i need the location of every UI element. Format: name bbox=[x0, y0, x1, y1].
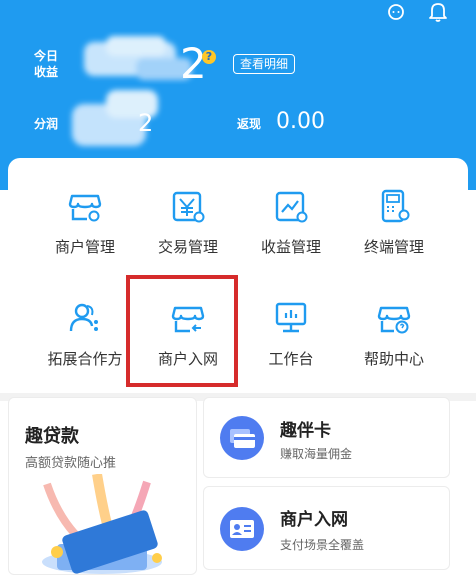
highlight-box bbox=[126, 275, 238, 387]
earnings-help-icon[interactable]: ? bbox=[202, 50, 216, 64]
join-promo-title: 商户入网 bbox=[280, 510, 348, 530]
terminal-manage-icon bbox=[381, 189, 410, 223]
menu-label: 交易管理 bbox=[157, 238, 218, 256]
workbench-icon bbox=[275, 302, 307, 333]
menu-item-partner-expand[interactable]: 拓展合作方 bbox=[35, 298, 135, 369]
menu-label: 商户管理 bbox=[54, 238, 115, 256]
top-icons bbox=[384, 0, 450, 24]
menu-item-merchant-manage[interactable]: 商户管理 bbox=[35, 186, 135, 257]
loan-promo-card[interactable]: 趣贷款 高额贷款随心推 bbox=[8, 397, 197, 575]
earnings-label-line2: 收益 bbox=[34, 65, 59, 79]
card-promo-title: 趣伴卡 bbox=[280, 421, 331, 441]
menu-item-help-center[interactable]: 帮助中心 bbox=[344, 298, 444, 369]
loan-subtitle: 高额贷款随心推 bbox=[25, 456, 117, 471]
merchant-id-card-icon bbox=[220, 507, 264, 551]
menu-item-workbench[interactable]: 工作台 bbox=[241, 298, 341, 369]
share-label: 分润 bbox=[34, 117, 59, 131]
join-promo-subtitle: 支付场景全覆盖 bbox=[280, 538, 365, 552]
bell-icon[interactable] bbox=[426, 0, 450, 24]
card-promo-subtitle: 赚取海量佣金 bbox=[280, 447, 353, 461]
menu-item-income-manage[interactable]: 收益管理 bbox=[241, 186, 341, 257]
credit-card-icon bbox=[220, 416, 264, 460]
join-promo-card[interactable]: 商户入网 支付场景全覆盖 bbox=[203, 486, 450, 570]
credit-card-illustration bbox=[42, 474, 162, 574]
menu-label: 终端管理 bbox=[363, 238, 424, 256]
menu-label: 帮助中心 bbox=[363, 350, 424, 368]
trade-manage-icon bbox=[172, 191, 205, 223]
menu-label: 工作台 bbox=[268, 350, 314, 368]
card-promo-card[interactable]: 趣伴卡 赚取海量佣金 bbox=[203, 397, 450, 478]
menu-label: 收益管理 bbox=[260, 238, 321, 256]
support-headset-icon[interactable] bbox=[384, 0, 408, 24]
income-manage-icon bbox=[275, 191, 308, 223]
menu-item-terminal-manage[interactable]: 终端管理 bbox=[344, 186, 444, 257]
view-detail-button[interactable]: 查看明细 bbox=[233, 54, 296, 74]
help-center-icon bbox=[377, 306, 411, 334]
partner-expand-icon bbox=[69, 303, 98, 332]
cashback-value: 0.00 bbox=[276, 109, 325, 134]
merchant-manage-icon bbox=[68, 194, 102, 222]
earnings-label: 今日 收益 bbox=[34, 48, 58, 80]
earnings-label-line1: 今日 bbox=[34, 49, 59, 63]
menu-label: 拓展合作方 bbox=[47, 350, 123, 368]
menu-item-trade-manage[interactable]: 交易管理 bbox=[138, 186, 238, 257]
loan-title: 趣贷款 bbox=[25, 426, 79, 447]
blurred-share-mask bbox=[72, 90, 158, 146]
cashback-label: 返现 bbox=[237, 117, 262, 131]
share-value: 2 bbox=[138, 109, 154, 137]
earnings-value: 2 bbox=[180, 39, 207, 88]
